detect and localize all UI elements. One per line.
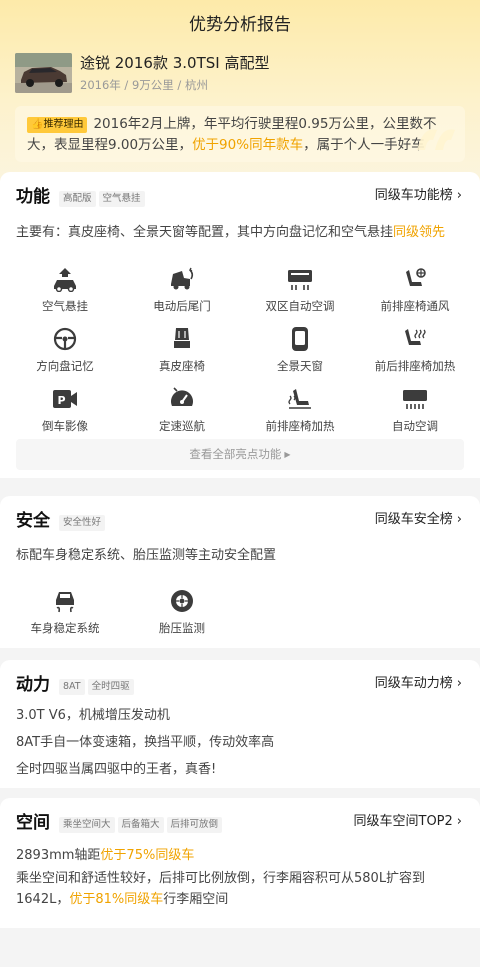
power-tailgate-icon xyxy=(171,267,194,290)
feature-tire-pressure[interactable]: 胎压监测 xyxy=(122,588,242,636)
seat-ventilation-icon xyxy=(406,268,426,286)
auto-ac-icon xyxy=(403,390,427,409)
chevron-right-icon: › xyxy=(456,814,462,829)
space-wheelbase-line: 2893mm轴距优于75%同级车 xyxy=(16,848,195,863)
feature-stability-control[interactable]: 车身稳定系统 xyxy=(5,588,125,636)
recommend-reason-tag: 👍推荐理由 xyxy=(27,117,88,133)
tire-pressure-icon xyxy=(171,590,193,612)
steering-memory-icon xyxy=(53,327,77,351)
safety-rank-link[interactable]: 同级车安全榜 › xyxy=(375,508,462,527)
feature-steering-memory[interactable]: 方向盘记忆 xyxy=(5,326,125,374)
feature-front-seat-heating[interactable]: 前排座椅加热 xyxy=(240,386,360,434)
function-card-header: 功能 高配版 空气悬挂 同级车功能榜 › xyxy=(16,172,464,212)
function-rank-link[interactable]: 同级车功能榜 › xyxy=(375,184,462,203)
safety-tags: 安全性好 xyxy=(56,510,106,531)
safety-summary: 标配车身稳定系统、胎压监测等主动安全配置 xyxy=(16,548,277,563)
stability-control-icon xyxy=(56,592,74,613)
car-summary[interactable]: 途锐 2016款 3.0TSI 高配型 2016年 / 9万公里 / 杭州 xyxy=(15,52,465,96)
feature-auto-ac[interactable]: 自动空调 xyxy=(355,386,475,434)
panoramic-sunroof-icon xyxy=(292,327,308,351)
power-tag: 8AT xyxy=(59,679,85,695)
function-tag: 空气悬挂 xyxy=(98,191,145,207)
space-wheelbase-highlight: 优于75%同级车 xyxy=(100,848,195,863)
function-tag: 高配版 xyxy=(59,191,96,207)
chevron-right-icon: › xyxy=(456,188,462,203)
space-trunk-highlight: 优于81%同级车 xyxy=(69,892,164,907)
space-tag: 后备箱大 xyxy=(117,817,164,833)
space-tags: 乘坐空间大 后备箱大 后排可放倒 xyxy=(56,812,223,833)
feature-leather-seat[interactable]: 真皮座椅 xyxy=(122,326,242,374)
safety-tag: 安全性好 xyxy=(59,515,106,531)
chevron-right-icon: › xyxy=(456,676,462,691)
feature-power-tailgate[interactable]: 电动后尾门 xyxy=(122,266,242,314)
seat-heating-front-rear-icon xyxy=(405,329,426,345)
space-card: 空间 乘坐空间大 后备箱大 后排可放倒 同级车空间TOP2 › 2893mm轴距优于7… xyxy=(0,798,480,928)
function-card: 功能 高配版 空气悬挂 同级车功能榜 › 主要有：真皮座椅、全景天窗等配置，其中方向… xyxy=(0,172,480,478)
power-card: 动力 8AT 全时四驱 同级车动力榜 › 3.0T V6，机械增压发动机 8AT手自… xyxy=(0,660,480,788)
feature-air-suspension[interactable]: 空气悬挂 xyxy=(5,266,125,314)
triangle-right-icon: ▶ xyxy=(284,450,291,459)
reason-highlight: 优于90%同年款车 xyxy=(192,137,304,153)
report-header: 优势分析报告 途锐 2016款 3.0TSI 高配型 2016年 / 9万公里 … xyxy=(0,0,480,183)
space-rank-link[interactable]: 同级车空间TOP2 › xyxy=(354,810,463,829)
chevron-right-icon: › xyxy=(456,512,462,527)
reverse-camera-icon: P xyxy=(53,390,77,408)
feature-reverse-camera[interactable]: P 倒车影像 xyxy=(5,386,125,434)
reason-text-2: ，属于个人一手好车 xyxy=(303,137,425,153)
space-description: 乘坐空间和舒适性较好，后排可比例放倒，行李厢容积可从580L扩容到1642L，优… xyxy=(16,871,426,907)
leather-seat-icon xyxy=(174,328,190,348)
feature-cruise-control[interactable]: 定速巡航 xyxy=(122,386,242,434)
cruise-control-icon xyxy=(171,387,193,406)
svg-text:P: P xyxy=(58,394,66,407)
thumbs-up-icon: 👍 xyxy=(31,119,44,130)
feature-dual-zone-ac[interactable]: 双区自动空调 xyxy=(240,266,360,314)
power-line-4wd: 全时四驱当属四驱中的王者，真香! xyxy=(16,762,217,777)
space-tag: 后排可放倒 xyxy=(166,817,223,833)
safety-title: 安全 xyxy=(16,511,50,531)
car-thumbnail xyxy=(15,53,72,93)
feature-panoramic-sunroof[interactable]: 全景天窗 xyxy=(240,326,360,374)
power-card-header: 动力 8AT 全时四驱 同级车动力榜 › xyxy=(16,660,464,700)
space-tag: 乘坐空间大 xyxy=(59,817,115,833)
power-rank-link[interactable]: 同级车动力榜 › xyxy=(375,672,462,691)
page-title: 优势分析报告 xyxy=(189,15,291,35)
space-title: 空间 xyxy=(16,813,50,833)
power-tags: 8AT 全时四驱 xyxy=(56,674,134,695)
power-line-engine: 3.0T V6，机械增压发动机 xyxy=(16,708,170,723)
car-meta: 2016年 / 9万公里 / 杭州 xyxy=(80,78,208,92)
air-suspension-icon xyxy=(54,268,76,292)
power-title: 动力 xyxy=(16,675,50,695)
power-line-gearbox: 8AT手自一体变速箱，换挡平顺，传动效率高 xyxy=(16,735,275,750)
dual-zone-ac-icon xyxy=(288,270,312,290)
power-tag: 全时四驱 xyxy=(87,679,134,695)
feature-front-rear-seat-heating[interactable]: 前后排座椅加热 xyxy=(355,326,475,374)
function-summary-highlight: 同级领先 xyxy=(393,225,446,240)
function-tags: 高配版 空气悬挂 xyxy=(56,186,145,207)
view-all-features-button[interactable]: 查看全部亮点功能 ▶ xyxy=(16,439,464,470)
front-seat-heating-icon xyxy=(288,389,311,409)
function-title: 功能 xyxy=(16,187,50,207)
safety-card-header: 安全 安全性好 同级车安全榜 › xyxy=(16,496,464,536)
quote-decoration-icon xyxy=(417,129,455,150)
feature-seat-ventilation[interactable]: 前排座椅通风 xyxy=(355,266,475,314)
space-card-header: 空间 乘坐空间大 后备箱大 后排可放倒 同级车空间TOP2 › xyxy=(16,798,464,838)
function-summary: 主要有：真皮座椅、全景天窗等配置，其中方向盘记忆和空气悬挂同级领先 xyxy=(16,225,446,240)
car-name: 途锐 2016款 3.0TSI 高配型 xyxy=(80,54,270,72)
safety-card: 安全 安全性好 同级车安全榜 › 标配车身稳定系统、胎压监测等主动安全配置 车身稳… xyxy=(0,496,480,648)
recommend-reason: 👍推荐理由 2016年2月上牌，年平均行驶里程0.95万公里，公里数不大，表显里… xyxy=(15,106,465,162)
